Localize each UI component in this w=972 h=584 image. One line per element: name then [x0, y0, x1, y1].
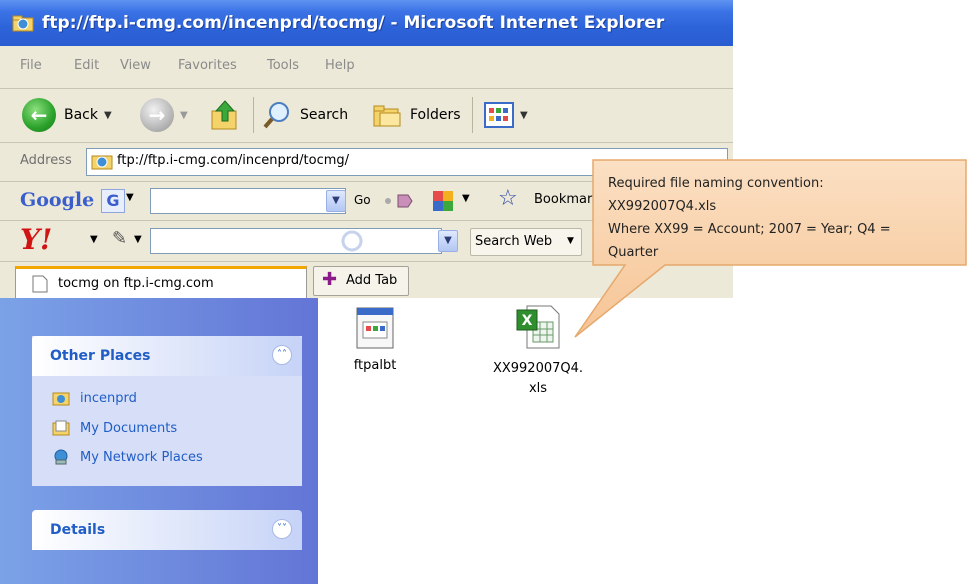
google-go-button[interactable]: Go — [354, 193, 371, 207]
back-arrow-icon: ← — [22, 98, 56, 132]
google-logo: Google — [20, 189, 95, 211]
search-icon — [341, 230, 363, 252]
views-icon — [484, 102, 514, 128]
application-file-icon — [356, 307, 394, 349]
place-label: My Documents — [80, 420, 178, 436]
folders-button[interactable]: Folders — [372, 95, 461, 135]
svg-text:X: X — [522, 313, 533, 329]
other-places-header[interactable]: Other Places ˄˄ — [32, 336, 302, 376]
chevron-down-icon[interactable]: ▼ — [462, 193, 470, 204]
standard-toolbar: ← Back ▼ → ▼ Search Folders ▼ — [0, 89, 733, 143]
forward-button[interactable]: → ▼ — [140, 95, 188, 135]
explorer-window: ftp://ftp.i-cmg.com/incenprd/tocmg/ - Mi… — [0, 0, 733, 584]
place-my-documents[interactable]: My Documents — [52, 420, 177, 436]
other-places-title: Other Places — [50, 348, 151, 364]
other-places-panel: Other Places ˄˄ incenprd My Documents My… — [32, 336, 302, 486]
expand-chevron-icon[interactable]: ˅˅ — [272, 519, 292, 539]
ftp-folder-icon — [91, 155, 113, 170]
file-name: ftpalbt — [353, 358, 397, 373]
pencil-icon[interactable]: ✎ — [112, 228, 127, 249]
search-web-button[interactable]: Search Web ▼ — [470, 228, 582, 256]
menu-file[interactable]: File — [20, 58, 42, 73]
plus-icon: ✚ — [322, 269, 338, 290]
back-button[interactable]: ← Back ▼ — [22, 95, 112, 135]
up-folder-button[interactable] — [210, 95, 240, 135]
callout-line: XX992007Q4.xls — [608, 199, 717, 214]
window-title: ftp://ftp.i-cmg.com/incenprd/tocmg/ - Mi… — [42, 13, 665, 33]
place-my-network-places[interactable]: My Network Places — [52, 449, 203, 465]
details-header[interactable]: Details ˅˅ — [32, 510, 302, 550]
folders-label: Folders — [410, 107, 461, 123]
network-places-icon — [54, 449, 68, 465]
details-title: Details — [50, 522, 106, 538]
menu-favorites[interactable]: Favorites — [178, 58, 237, 73]
file-name-line2: xls — [528, 381, 548, 396]
tab-tocmg[interactable]: tocmg on ftp.i-cmg.com — [15, 266, 307, 301]
page-icon — [32, 275, 48, 293]
ie-folder-icon — [12, 15, 34, 32]
search-web-label: Search Web — [475, 234, 553, 249]
title-bar[interactable]: ftp://ftp.i-cmg.com/incenprd/tocmg/ - Mi… — [0, 0, 733, 46]
chevron-down-icon[interactable]: ▼ — [104, 110, 112, 121]
address-label: Address — [20, 153, 72, 168]
file-xx992007q4-xls[interactable]: X — [515, 302, 561, 354]
search-button[interactable]: Search — [262, 95, 348, 135]
chevron-down-icon[interactable]: ▼ — [126, 192, 134, 203]
callout-line: Quarter — [608, 245, 659, 260]
address-url: ftp://ftp.i-cmg.com/incenprd/tocmg/ — [117, 153, 350, 168]
search-icon — [263, 102, 289, 129]
star-icon: ☆ — [498, 186, 518, 211]
folders-icon — [373, 105, 401, 127]
details-panel: Details ˅˅ — [32, 510, 302, 550]
bookmarks-button[interactable]: Bookmar — [534, 192, 592, 207]
place-label: incenprd — [80, 390, 137, 406]
google-search-input[interactable] — [150, 188, 346, 214]
chevron-down-icon[interactable]: ▼ — [134, 234, 142, 245]
google-g-button[interactable]: G — [101, 189, 125, 213]
back-label: Back — [64, 107, 98, 123]
callout-text: Required file naming convention: XX99200… — [608, 172, 958, 264]
yahoo-dropdown-button[interactable]: ▼ — [438, 230, 458, 252]
yahoo-search-input[interactable] — [150, 228, 442, 254]
excel-file-icon: X — [516, 305, 560, 349]
ftp-folder-icon — [52, 392, 70, 406]
tab-bar: tocmg on ftp.i-cmg.com ✚ Add Tab — [0, 262, 733, 301]
google-pagerank-icon[interactable] — [432, 190, 454, 212]
tab-title: tocmg on ftp.i-cmg.com — [58, 276, 214, 291]
add-tab-button[interactable]: ✚ Add Tab — [313, 266, 409, 296]
file-ftpalbt[interactable] — [355, 306, 395, 354]
google-dropdown-button[interactable]: ▼ — [326, 190, 346, 212]
menu-tools[interactable]: Tools — [267, 58, 299, 73]
chevron-down-icon[interactable]: ▼ — [180, 110, 188, 121]
place-incenprd[interactable]: incenprd — [52, 390, 137, 406]
add-tab-label: Add Tab — [346, 273, 398, 288]
my-documents-icon — [52, 420, 70, 436]
chevron-down-icon: ▼ — [567, 236, 574, 246]
place-label: My Network Places — [80, 449, 203, 465]
chevron-down-icon[interactable]: ▼ — [90, 234, 98, 245]
task-pane: Other Places ˄˄ incenprd My Documents My… — [0, 298, 318, 584]
collapse-chevron-icon[interactable]: ˄˄ — [272, 345, 292, 365]
views-button[interactable]: ▼ — [484, 95, 528, 135]
callout-line: Required file naming convention: — [608, 176, 824, 191]
menu-edit[interactable]: Edit — [74, 58, 99, 73]
file-name: XX992007Q4. xls — [480, 359, 596, 399]
forward-arrow-icon: → — [140, 98, 174, 132]
menu-view[interactable]: View — [120, 58, 151, 73]
menu-help[interactable]: Help — [325, 58, 355, 73]
search-label: Search — [300, 107, 349, 123]
callout-line: Where XX99 = Account; 2007 = Year; Q4 = — [608, 222, 891, 237]
chevron-down-icon[interactable]: ▼ — [520, 110, 528, 121]
file-name-line1: XX992007Q4. — [492, 361, 584, 376]
google-tools-icon[interactable] — [380, 191, 424, 211]
up-folder-icon — [211, 100, 237, 130]
menu-bar: File Edit View Favorites Tools Help — [0, 46, 733, 89]
yahoo-logo[interactable]: Y! — [20, 223, 52, 256]
